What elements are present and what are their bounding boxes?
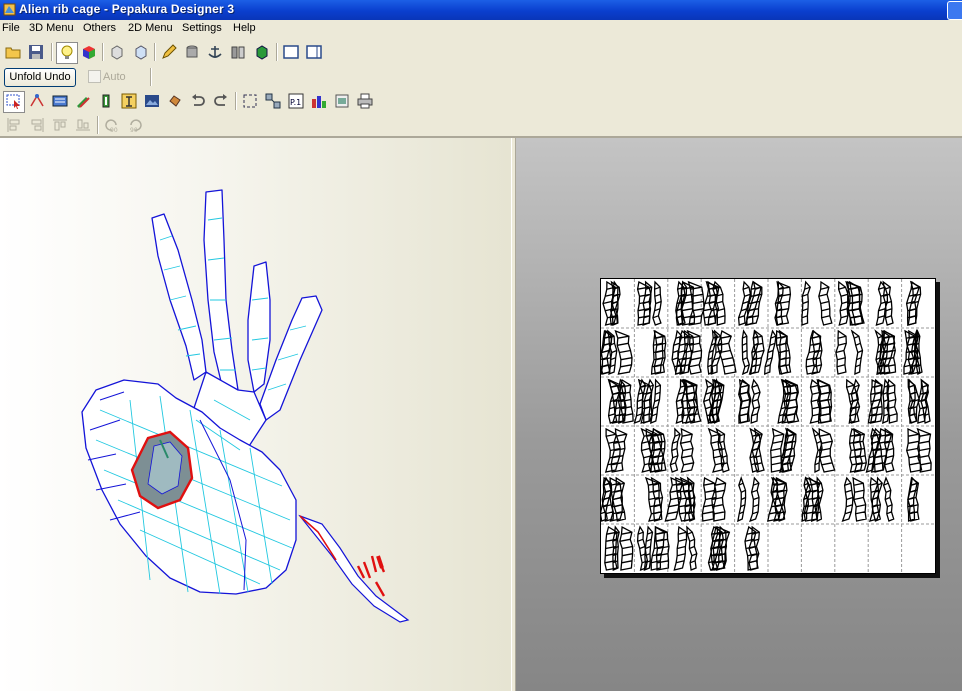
pattern-piece <box>749 476 760 523</box>
pattern-piece <box>778 329 789 375</box>
flap-icon[interactable] <box>50 91 70 111</box>
align-center-icon[interactable] <box>27 115 47 135</box>
pattern-piece <box>601 476 614 522</box>
pattern-piece <box>606 329 618 376</box>
save-disk-icon[interactable] <box>26 42 46 62</box>
cube-side-icon[interactable] <box>131 42 151 62</box>
unfolded-parts <box>599 279 935 573</box>
pattern-page <box>599 278 936 574</box>
pattern-piece <box>882 280 894 326</box>
pattern-piece <box>650 476 664 522</box>
edge-cube-icon[interactable] <box>252 42 272 62</box>
pattern-piece <box>652 280 662 326</box>
pattern-piece <box>737 280 752 326</box>
pattern-piece <box>741 329 750 376</box>
toolbar-2d: P.1 <box>0 89 962 113</box>
pattern-piece <box>914 329 923 375</box>
pattern-piece <box>763 329 777 375</box>
join-edge-icon[interactable] <box>27 91 47 111</box>
open-folder-icon[interactable] <box>3 42 23 62</box>
rotate-right-90-icon[interactable]: 90 <box>125 115 145 135</box>
pattern-piece <box>801 280 811 326</box>
window-title: Alien rib cage - Pepakura Designer 3 <box>19 2 235 16</box>
arrange-icon[interactable] <box>263 91 283 111</box>
menu-settings[interactable]: Settings <box>182 22 222 34</box>
menu-others[interactable]: Others <box>83 22 116 34</box>
page-number-icon[interactable]: P.1 <box>286 91 306 111</box>
text-icon[interactable] <box>119 91 139 111</box>
pattern-piece <box>774 280 792 326</box>
pattern-piece <box>916 427 932 473</box>
pattern-piece <box>750 378 761 424</box>
cube-front-icon[interactable] <box>107 42 127 62</box>
move-parts-icon[interactable] <box>165 91 185 111</box>
pattern-piece <box>818 280 833 326</box>
pattern-piece <box>649 378 662 425</box>
menu-help[interactable]: Help <box>233 22 256 34</box>
svg-text:90: 90 <box>130 127 138 133</box>
scissors-icon[interactable] <box>96 91 116 111</box>
pattern-piece <box>686 329 703 375</box>
lightbulb-icon[interactable] <box>56 42 78 64</box>
3d-mesh-wireframe <box>81 189 410 623</box>
svg-text:90: 90 <box>110 127 118 133</box>
pattern-piece <box>835 329 847 375</box>
pattern-piece <box>841 476 854 523</box>
cylinder-icon[interactable] <box>182 42 202 62</box>
3d-model-view[interactable] <box>0 138 511 691</box>
split-icon[interactable] <box>228 42 248 62</box>
align-bottom-icon[interactable] <box>73 115 93 135</box>
pattern-piece <box>852 476 867 522</box>
pattern-piece <box>619 525 634 571</box>
svg-text:P.1: P.1 <box>290 98 301 107</box>
export-icon[interactable] <box>332 91 352 111</box>
image-icon[interactable] <box>142 91 162 111</box>
auto-checkbox[interactable] <box>88 70 101 83</box>
pattern-piece <box>614 329 633 375</box>
pattern-piece <box>737 476 747 523</box>
toolbar-unfold <box>0 65 962 89</box>
pattern-piece <box>882 476 895 522</box>
menu-file[interactable]: File <box>2 22 20 34</box>
pattern-piece <box>687 280 705 326</box>
menu-bar: File 3D Menu Others 2D Menu Settings Hel… <box>0 20 962 38</box>
pattern-piece <box>679 427 695 473</box>
pencil-icon[interactable] <box>159 42 179 62</box>
unfold-undo-button[interactable]: Unfold Undo <box>4 68 76 87</box>
dual-pane-icon[interactable] <box>304 42 324 62</box>
anchor-icon[interactable] <box>205 42 225 62</box>
fit-page-icon[interactable] <box>240 91 260 111</box>
align-top-icon[interactable] <box>50 115 70 135</box>
toolbar-align: 90 90 <box>0 113 962 136</box>
pattern-piece <box>850 329 864 376</box>
undo-icon[interactable] <box>188 91 208 111</box>
printer-icon[interactable] <box>355 91 375 111</box>
redo-icon[interactable] <box>211 91 231 111</box>
toolbar-main <box>0 40 962 64</box>
menu-3d[interactable]: 3D Menu <box>29 22 74 34</box>
rotate-left-90-icon[interactable]: 90 <box>102 115 122 135</box>
title-bar: Alien rib cage - Pepakura Designer 3 <box>0 0 962 20</box>
single-pane-icon[interactable] <box>281 42 301 62</box>
pattern-piece <box>673 525 688 571</box>
align-left-icon[interactable] <box>4 115 24 135</box>
pattern-piece <box>669 427 681 473</box>
2d-pattern-view[interactable] <box>516 138 962 691</box>
pencil-color-icon[interactable] <box>73 91 93 111</box>
color-cube-icon[interactable] <box>79 42 99 62</box>
print-setup-icon[interactable] <box>309 91 329 111</box>
pepakura-app-icon <box>3 3 16 16</box>
pattern-piece <box>686 525 698 571</box>
maximize-button[interactable] <box>947 1 962 20</box>
auto-label: Auto <box>103 71 126 83</box>
menu-2d[interactable]: 2D Menu <box>128 22 173 34</box>
pattern-piece <box>717 330 737 375</box>
select-arrow-icon[interactable] <box>3 91 25 113</box>
